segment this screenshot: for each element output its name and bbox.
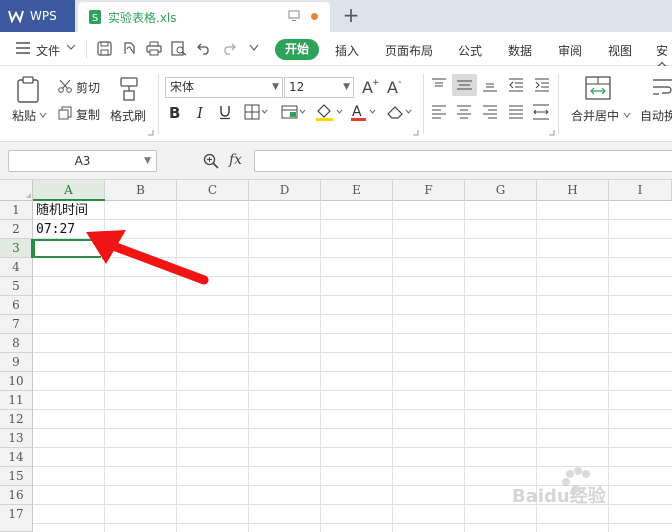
unsaved-indicator-dot bbox=[311, 13, 318, 20]
save-icon[interactable] bbox=[97, 41, 112, 56]
font-name-value: 宋体 bbox=[170, 80, 195, 94]
svg-text:S: S bbox=[92, 13, 98, 24]
quick-access-dropdown-icon[interactable] bbox=[249, 44, 259, 52]
dialog-launcher-icon[interactable] bbox=[548, 129, 555, 136]
format-painter-label[interactable]: 格式刷 bbox=[110, 107, 146, 124]
hamburger-menu-icon[interactable] bbox=[16, 42, 30, 54]
chevron-down-icon: ▼ bbox=[343, 82, 350, 92]
tab-insert[interactable]: 插入 bbox=[335, 42, 359, 59]
document-name: 实验表格.xls bbox=[108, 10, 177, 25]
wps-logo-icon bbox=[8, 9, 24, 23]
svg-text:Baidu经验: Baidu经验 bbox=[512, 485, 607, 506]
tab-review[interactable]: 审阅 bbox=[558, 42, 582, 59]
svg-text:A: A bbox=[352, 104, 362, 120]
baidu-watermark-logo: Baidu经验 bbox=[512, 466, 642, 506]
tab-page-layout[interactable]: 页面布局 bbox=[385, 42, 433, 59]
cell-style-icon[interactable] bbox=[281, 104, 307, 120]
copy-label[interactable]: 复制 bbox=[76, 106, 100, 123]
paste-icon[interactable] bbox=[16, 76, 40, 104]
auto-wrap-label[interactable]: 自动换 bbox=[640, 107, 672, 124]
distributed-align-icon[interactable] bbox=[532, 104, 550, 120]
increase-font-size-icon[interactable]: A + bbox=[361, 77, 379, 95]
scissors-icon[interactable] bbox=[58, 79, 72, 93]
decrease-indent-icon[interactable] bbox=[508, 78, 524, 92]
formula-bar: A3 ▼ fx bbox=[0, 142, 672, 180]
wrap-text-icon[interactable] bbox=[652, 76, 672, 100]
svg-text:A: A bbox=[387, 78, 398, 95]
svg-text:-: - bbox=[398, 77, 402, 88]
menu-bar: 文件 开始 插入 页面布局 公式 数据 审阅 视图 安全 bbox=[0, 32, 672, 75]
paste-label[interactable]: 粘贴 bbox=[12, 107, 36, 124]
borders-icon[interactable] bbox=[244, 104, 268, 120]
undo-icon[interactable] bbox=[197, 41, 211, 55]
merge-center-icon[interactable] bbox=[585, 76, 611, 100]
tab-formulas[interactable]: 公式 bbox=[458, 42, 482, 59]
title-tab-bar: WPS S 实验表格.xls + bbox=[0, 0, 672, 32]
chevron-down-icon[interactable] bbox=[66, 43, 76, 51]
merge-dropdown-icon[interactable] bbox=[623, 112, 631, 118]
underline-icon[interactable] bbox=[218, 104, 232, 120]
tab-start[interactable]: 开始 bbox=[275, 39, 319, 60]
font-size-select[interactable]: 12 ▼ bbox=[284, 77, 354, 98]
app-name: WPS bbox=[30, 9, 57, 23]
bold-icon[interactable]: B bbox=[168, 104, 182, 120]
print-icon[interactable] bbox=[146, 41, 162, 56]
italic-icon[interactable]: I bbox=[195, 104, 207, 120]
print-preview-icon[interactable] bbox=[171, 41, 187, 56]
export-pdf-icon[interactable] bbox=[122, 41, 137, 56]
dialog-launcher-icon[interactable] bbox=[412, 129, 419, 136]
cut-label[interactable]: 剪切 bbox=[76, 79, 100, 96]
cell-reference: A3 bbox=[74, 154, 91, 168]
justify-icon[interactable] bbox=[508, 105, 524, 119]
name-box[interactable]: A3 ▼ bbox=[8, 150, 157, 172]
fill-color-icon[interactable] bbox=[314, 102, 344, 122]
zoom-search-icon[interactable] bbox=[203, 153, 219, 169]
align-right-icon[interactable] bbox=[482, 105, 498, 119]
align-middle-icon[interactable] bbox=[452, 74, 477, 96]
fx-button[interactable]: fx bbox=[229, 152, 242, 168]
decrease-font-size-icon[interactable]: A- bbox=[386, 77, 404, 95]
font-size-value: 12 bbox=[289, 80, 305, 94]
chevron-down-icon: ▼ bbox=[272, 82, 279, 92]
tab-view[interactable]: 视图 bbox=[608, 42, 632, 59]
svg-text:B: B bbox=[169, 104, 180, 120]
new-tab-button[interactable]: + bbox=[340, 4, 362, 26]
align-top-icon[interactable] bbox=[431, 78, 447, 92]
monitor-icon[interactable] bbox=[288, 10, 300, 22]
chevron-down-icon: ▼ bbox=[144, 156, 151, 166]
file-menu[interactable]: 文件 bbox=[36, 42, 60, 59]
align-bottom-icon[interactable] bbox=[482, 78, 498, 92]
font-color-icon[interactable]: A bbox=[349, 102, 379, 122]
merge-center-label[interactable]: 合并居中 bbox=[571, 107, 619, 124]
svg-text:I: I bbox=[196, 104, 204, 120]
font-name-select[interactable]: 宋体 ▼ bbox=[165, 77, 283, 98]
align-center-icon[interactable] bbox=[456, 105, 472, 119]
tab-data[interactable]: 数据 bbox=[508, 42, 532, 59]
spreadsheet-file-icon: S bbox=[88, 9, 102, 25]
eraser-icon[interactable] bbox=[385, 103, 415, 121]
align-left-icon[interactable] bbox=[431, 105, 447, 119]
paste-dropdown-icon[interactable] bbox=[39, 112, 47, 118]
increase-indent-icon[interactable] bbox=[534, 78, 550, 92]
redo-icon[interactable] bbox=[222, 41, 236, 55]
dialog-launcher-icon[interactable] bbox=[147, 129, 154, 136]
formula-input[interactable] bbox=[254, 150, 672, 172]
ribbon-toolbar: 粘贴 剪切 复制 格式刷 宋体 ▼ 12 ▼ A + A- B I A 合并居中… bbox=[0, 66, 672, 142]
spreadsheet-grid[interactable]: A B C D E F G H I 1 2 3 4 5 6 7 8 9 10 1… bbox=[0, 180, 672, 532]
wps-home-tab[interactable]: WPS bbox=[0, 0, 75, 32]
document-tab[interactable]: S 实验表格.xls bbox=[78, 2, 330, 32]
format-painter-icon[interactable] bbox=[118, 76, 140, 102]
copy-icon[interactable] bbox=[58, 106, 72, 120]
svg-text:+: + bbox=[372, 78, 379, 88]
